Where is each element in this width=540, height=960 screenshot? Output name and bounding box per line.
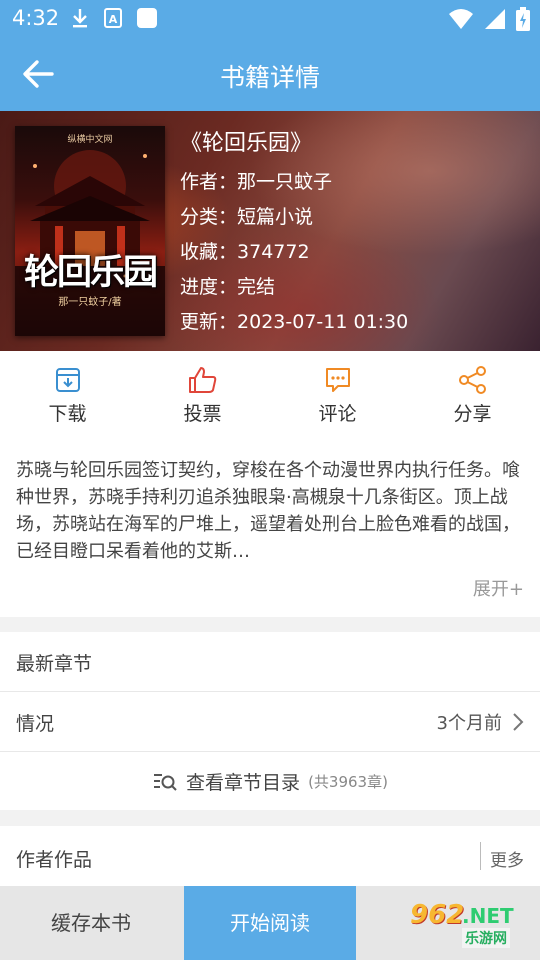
progress-value: 完结 xyxy=(237,276,276,298)
author-value[interactable]: 那一只蚊子 xyxy=(237,171,332,193)
status-label: 情况 xyxy=(16,713,55,735)
download-box-icon xyxy=(55,368,80,392)
updated-label: 更新： xyxy=(180,311,238,333)
action-bar: 下载 投票 评论 分享 xyxy=(0,351,540,439)
status-right: 3个月前 xyxy=(437,709,524,735)
author-label: 作者： xyxy=(180,171,238,193)
comment-button[interactable]: 评论 xyxy=(270,351,405,439)
square-notification-icon xyxy=(137,8,157,28)
system-icons xyxy=(448,7,530,31)
svg-text:A: A xyxy=(109,13,118,26)
progress-label: 进度： xyxy=(180,276,238,298)
category-value[interactable]: 短篇小说 xyxy=(237,206,313,228)
share-label: 分享 xyxy=(453,403,492,425)
battery-icon xyxy=(516,7,530,31)
category-row: 分类：短篇小说 xyxy=(180,200,408,235)
vote-button[interactable]: 投票 xyxy=(135,351,270,439)
share-icon xyxy=(458,366,486,394)
category-label: 分类： xyxy=(180,206,238,228)
catalog-search-icon xyxy=(154,773,177,791)
favorites-label: 收藏： xyxy=(180,241,238,263)
author-row: 作者：那一只蚊子 xyxy=(180,165,408,200)
vote-label: 投票 xyxy=(183,403,222,425)
book-cover[interactable]: 纵横中文网 轮回乐园 那一只蚊子/著 xyxy=(15,126,165,336)
cover-author: 那一只蚊子/著 xyxy=(58,297,122,308)
catalog-count: (共3963章) xyxy=(308,773,388,791)
status-bar: 4:32 A xyxy=(0,0,540,36)
signal-icon xyxy=(485,9,505,29)
share-button[interactable]: 分享 xyxy=(405,351,540,439)
cover-publisher: 纵横中文网 xyxy=(67,135,113,145)
app-bar: 书籍详情 xyxy=(0,36,540,111)
cache-book-button[interactable]: 缓存本书 xyxy=(0,886,182,960)
favorites-value: 374772 xyxy=(237,241,310,263)
book-description: 苏晓与轮回乐园签订契约，穿梭在各个动漫世界内执行任务。喰种世界，苏晓手持利刃追杀… xyxy=(16,460,520,562)
expand-button[interactable]: 展开+ xyxy=(473,575,524,601)
watermark-site: 乐游网 xyxy=(462,928,510,948)
comment-label: 评论 xyxy=(318,403,357,425)
description-section: 苏晓与轮回乐园签订契约，穿梭在各个动漫世界内执行任务。喰种世界，苏晓手持利刃追杀… xyxy=(0,439,540,617)
updated-value: 2023-07-11 01:30 xyxy=(237,311,409,333)
view-catalog-button[interactable]: 查看章节目录 (共3963章) xyxy=(0,752,540,810)
wifi-icon xyxy=(449,9,473,29)
download-label: 下载 xyxy=(48,403,87,425)
status-time: 4:32 xyxy=(12,6,60,30)
latest-chapter-row[interactable]: 最新章节 xyxy=(0,632,540,692)
more-button[interactable]: 更多 xyxy=(490,846,524,871)
book-info: 《轮回乐园》 作者：那一只蚊子 分类：短篇小说 收藏：374772 进度：完结 … xyxy=(180,129,408,340)
bottom-bar: 缓存本书 开始阅读 962 .NET 乐游网 xyxy=(0,886,540,960)
updated-row: 更新：2023-07-11 01:30 xyxy=(180,305,408,340)
progress-row: 进度：完结 xyxy=(180,270,408,305)
watermark-net: .NET xyxy=(462,904,514,928)
chevron-right-icon xyxy=(513,713,524,731)
watermark-number: 962 xyxy=(410,900,465,930)
site-watermark: 962 .NET 乐游网 xyxy=(400,900,532,950)
catalog-inner: 查看章节目录 (共3963章) xyxy=(152,768,388,795)
book-header: 纵横中文网 轮回乐园 那一只蚊子/著 《轮回乐园》 作者：那一只蚊子 分类：短篇… xyxy=(0,111,540,351)
catalog-text: 查看章节目录 xyxy=(186,772,301,794)
thumbs-up-icon xyxy=(188,367,216,393)
latest-chapter-label: 最新章节 xyxy=(16,653,93,675)
notification-icons: A xyxy=(70,7,158,29)
download-button[interactable]: 下载 xyxy=(0,351,135,439)
download-notification-icon xyxy=(73,9,87,28)
book-title: 《轮回乐园》 xyxy=(180,131,313,156)
app-notification-icon: A xyxy=(104,8,122,28)
author-works-section: 作者作品 更多 xyxy=(0,826,540,886)
favorites-row: 收藏：374772 xyxy=(180,235,408,270)
chapter-section: 最新章节 情况 3个月前 查看章节目录 (共3963章) xyxy=(0,632,540,810)
status-row[interactable]: 情况 3个月前 xyxy=(0,692,540,752)
status-value: 3个月前 xyxy=(436,713,502,734)
page-title: 书籍详情 xyxy=(219,63,320,92)
author-works-label: 作者作品 xyxy=(16,849,93,871)
comment-icon xyxy=(325,368,350,392)
works-divider xyxy=(480,842,481,870)
cover-title: 轮回乐园 xyxy=(23,252,158,293)
start-reading-button[interactable]: 开始阅读 xyxy=(184,886,356,960)
